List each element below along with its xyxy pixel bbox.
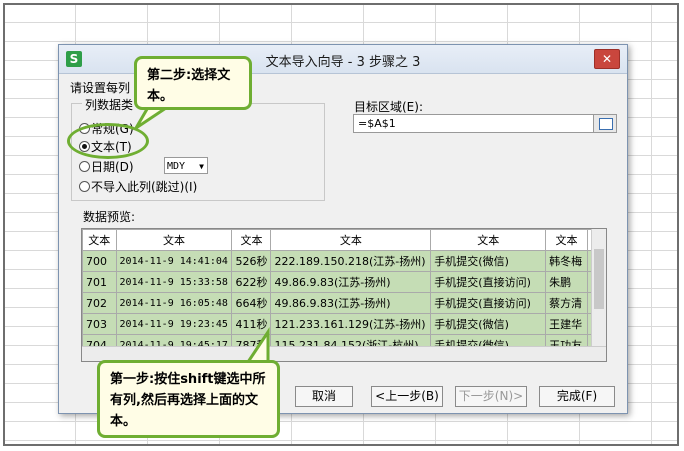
chevron-down-icon: ▼ (199, 162, 204, 171)
data-preview[interactable]: 文本 文本 文本 文本 文本 文本 文 700 2014-11-9 14:41:… (81, 228, 607, 362)
preview-cell[interactable]: 121.233.161.129(江苏-扬州) (270, 313, 432, 335)
date-format-value: MDY (167, 161, 186, 172)
radio-date-label: 日期(D) (91, 160, 134, 174)
preview-row: 700 2014-11-9 14:41:04 526秒 222.189.150.… (82, 250, 606, 272)
step1-callout: 第一步:按住shift键选中所有列,然后再选择上面的文本。 (97, 360, 280, 438)
group-legend: 列数据类 (82, 96, 137, 113)
cancel-button[interactable]: 取消 (295, 386, 353, 407)
preview-cell[interactable]: 王建华 (545, 313, 588, 335)
preview-cell[interactable]: 49.86.9.83(江苏-扬州) (270, 271, 432, 293)
preview-cell[interactable]: 703 (82, 313, 117, 335)
preview-cell[interactable]: 664秒 (231, 292, 272, 314)
preview-label: 数据预览: (83, 210, 136, 224)
preview-row: 702 2014-11-9 16:05:48 664秒 49.86.9.83(江… (82, 292, 606, 314)
preview-row: 703 2014-11-9 19:23:45 411秒 121.233.161.… (82, 313, 606, 335)
preview-cell[interactable]: 411秒 (231, 313, 272, 335)
step2-callout: 第二步:选择文本。 (134, 56, 252, 110)
range-picker-icon (599, 118, 613, 130)
preview-header-cell[interactable]: 文本 (115, 229, 233, 251)
preview-header-cell[interactable]: 文本 (545, 229, 588, 251)
finish-button[interactable]: 完成(F) (539, 386, 615, 407)
preview-cell[interactable]: 蔡方清 (545, 292, 588, 314)
preview-cell[interactable]: 622秒 (231, 271, 272, 293)
destination-label: 目标区域(E): (354, 100, 423, 114)
preview-cell[interactable]: 韩冬梅 (545, 250, 588, 272)
preview-cell[interactable]: 222.189.150.218(江苏-扬州) (270, 250, 432, 272)
preview-header-cell[interactable]: 文本 (430, 229, 547, 251)
preview-cell[interactable]: 701 (82, 271, 117, 293)
close-button[interactable]: ✕ (594, 49, 620, 69)
preview-cell[interactable]: 49.86.9.83(江苏-扬州) (270, 292, 432, 314)
preview-cell[interactable]: 2014-11-9 15:33:58 (115, 271, 233, 293)
preview-cell[interactable]: 2014-11-9 14:41:04 (115, 250, 233, 272)
preview-cell[interactable]: 2014-11-9 19:23:45 (115, 313, 233, 335)
preview-vertical-scrollbar[interactable] (591, 229, 606, 347)
preview-header-row: 文本 文本 文本 文本 文本 文本 文 (82, 229, 606, 251)
preview-header-cell[interactable]: 文本 (270, 229, 432, 251)
preview-cell[interactable]: 702 (82, 292, 117, 314)
prev-step-button[interactable]: <上一步(B) (371, 386, 443, 407)
date-format-select[interactable]: MDY ▼ (164, 157, 208, 174)
preview-cell[interactable]: 手机提交(微信) (430, 313, 547, 335)
range-picker-button[interactable] (593, 114, 617, 133)
preview-cell[interactable]: 手机提交(直接访问) (430, 292, 547, 314)
preview-header-cell[interactable]: 文本 (82, 229, 117, 251)
radio-skip-circle[interactable] (79, 181, 90, 192)
radio-date[interactable]: 日期(D) (79, 159, 134, 175)
highlight-ring (67, 123, 149, 159)
radio-skip-label: 不导入此列(跳过)(I) (91, 180, 198, 194)
radio-skip[interactable]: 不导入此列(跳过)(I) (79, 179, 198, 195)
preview-cell[interactable]: 526秒 (231, 250, 272, 272)
next-step-button[interactable]: 下一步(N)> (455, 386, 527, 407)
radio-date-circle[interactable] (79, 161, 90, 172)
preview-cell[interactable]: 2014-11-9 16:05:48 (115, 292, 233, 314)
preview-cell[interactable]: 手机提交(微信) (430, 250, 547, 272)
preview-horizontal-scrollbar[interactable] (82, 346, 606, 361)
preview-row: 701 2014-11-9 15:33:58 622秒 49.86.9.83(江… (82, 271, 606, 293)
destination-input[interactable]: =$A$1 (353, 114, 617, 133)
preview-cell[interactable]: 手机提交(直接访问) (430, 271, 547, 293)
preview-cell[interactable]: 朱鹏 (545, 271, 588, 293)
scroll-thumb[interactable] (594, 249, 604, 309)
preview-header-cell[interactable]: 文本 (231, 229, 272, 251)
preview-table: 文本 文本 文本 文本 文本 文本 文 700 2014-11-9 14:41:… (82, 229, 606, 356)
prompt-text: 请设置每列 (70, 81, 131, 95)
preview-cell[interactable]: 700 (82, 250, 117, 272)
